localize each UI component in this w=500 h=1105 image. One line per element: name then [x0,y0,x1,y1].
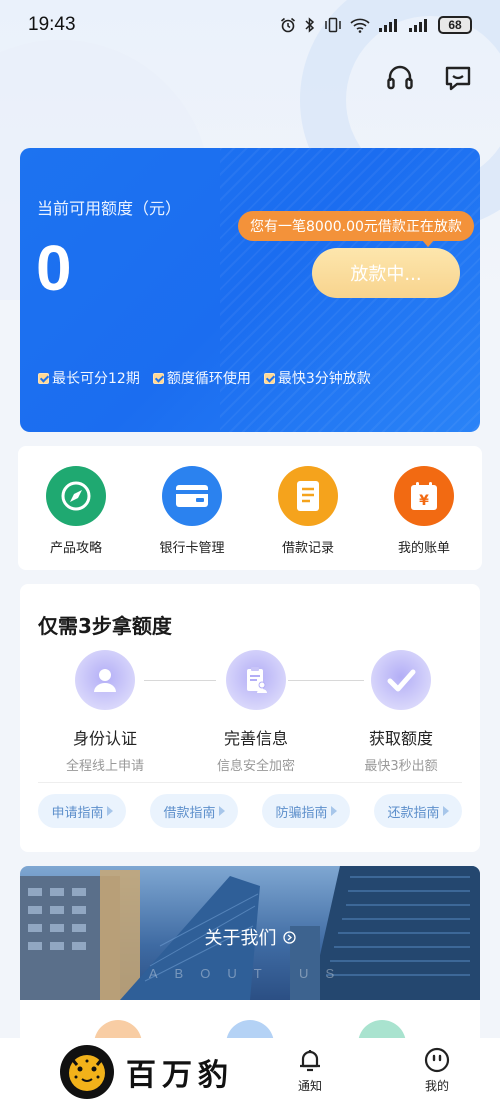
step-credit: 获取额度 最快3秒出额 [331,650,471,774]
leopard-logo-icon [60,1044,114,1099]
quick-item-loan-records[interactable]: 借款记录 [253,466,363,556]
brand: 百万豹 [60,1044,234,1099]
status-time: 19:43 [28,14,76,35]
smiley-icon [424,1047,450,1073]
clipboard-user-icon [226,650,286,710]
credit-card: 当前可用额度（元） 0 您有一笔8000.00元借款正在放款 放款中... 最长… [20,148,480,432]
chat-bubble-icon[interactable] [442,62,474,94]
step-info: 完善信息 信息安全加密 [186,650,326,774]
document-icon [278,466,338,526]
chevron-right-icon [106,806,113,816]
feature-item: 额度循环使用 [152,368,251,388]
feature-item: 最长可分12期 [38,368,140,388]
svg-text:¥: ¥ [419,493,429,509]
quick-item-bank-card[interactable]: 银行卡管理 [137,466,247,556]
feature-item: 最快3分钟放款 [263,368,371,388]
status-icons: 68 [280,16,472,34]
loan-guide-chip[interactable]: 借款指南 [150,794,238,828]
brand-name: 百万豹 [126,1057,234,1093]
repay-guide-chip[interactable]: 还款指南 [374,794,462,828]
bluetooth-icon [305,17,315,33]
quick-item-product-guide[interactable]: 产品攻略 [21,466,131,556]
steps-panel: 仅需3步拿额度 身份认证 全程线上申请 完善信息 信息安全加密 获取额度 最快3… [20,584,480,852]
chevron-right-icon [218,806,225,816]
available-credit-label: 当前可用额度（元） [37,199,182,218]
about-us-subtitle: ABOUT US [148,966,352,981]
loan-notice-bubble: 您有一笔8000.00元借款正在放款 [238,211,474,247]
vibrate-icon [325,17,341,33]
bottom-tab-bar: 百万豹 通知 我的 [0,1038,500,1105]
checkbox-icon [263,372,275,384]
anti-fraud-guide-chip[interactable]: 防骗指南 [262,794,350,828]
checkbox-icon [38,372,49,384]
alarm-icon [280,17,296,33]
wifi-icon [350,18,370,33]
check-icon [371,650,431,710]
available-credit-amount: 0 [36,232,72,304]
disbursing-button[interactable]: 放款中... [312,248,460,298]
signal-icon [379,19,397,32]
arrow-circle-icon [282,930,296,944]
bell-icon [300,1050,320,1072]
apply-guide-chip[interactable]: 申请指南 [38,794,126,828]
guide-chips: 申请指南 借款指南 防骗指南 还款指南 [38,794,462,828]
chevron-right-icon [442,806,449,816]
steps-title: 仅需3步拿额度 [38,614,172,638]
quick-menu: 产品攻略 银行卡管理 借款记录 ¥ 我的账单 [18,446,482,570]
status-bar: 19:43 68 [0,0,500,50]
signal-icon-2 [409,19,427,32]
about-us-banner[interactable]: 关于我们 ABOUT US [20,866,480,1000]
headset-icon[interactable] [384,62,416,94]
bank-card-icon [162,466,222,526]
tab-notifications[interactable]: 通知 [296,1046,324,1094]
bill-calendar-icon: ¥ [394,466,454,526]
about-us-title: 关于我们 [20,924,480,950]
compass-icon [46,466,106,526]
header-actions [384,62,474,94]
feature-list: 最长可分12期 额度循环使用 最快3分钟放款 [38,368,371,388]
battery-indicator: 68 [438,16,472,34]
step-identity: 身份认证 全程线上申请 [35,650,175,774]
quick-item-my-bills[interactable]: ¥ 我的账单 [369,466,479,556]
chevron-right-icon [330,806,337,816]
checkbox-icon [152,372,164,384]
tab-mine[interactable]: 我的 [423,1046,451,1094]
divider [38,782,462,783]
user-icon [75,650,135,710]
